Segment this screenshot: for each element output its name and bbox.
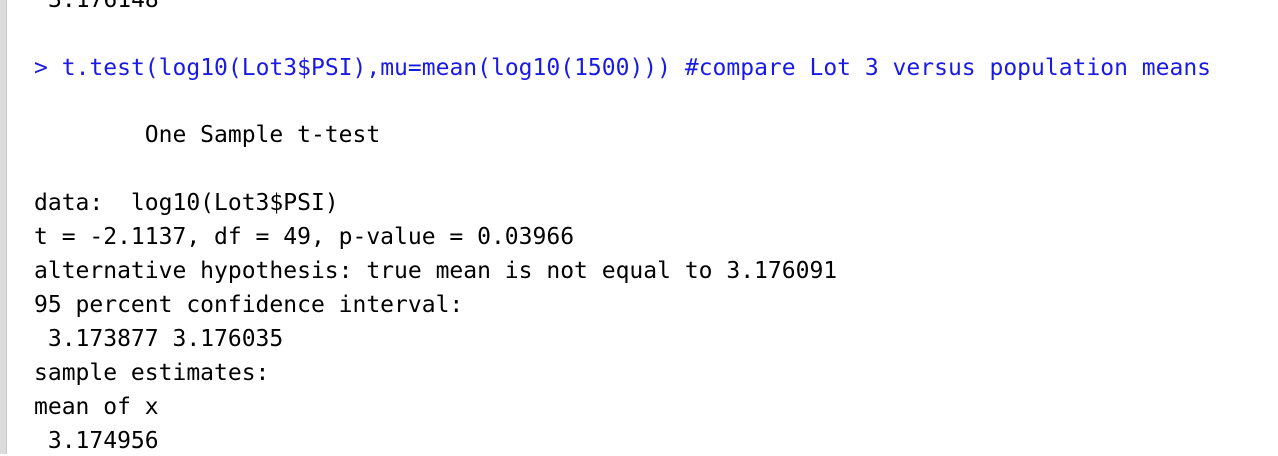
test-title: One Sample t-test: [34, 122, 381, 148]
output-ci-label: 95 percent confidence interval:: [34, 292, 464, 318]
output-estimate-name: mean of x: [34, 394, 159, 420]
output-estimate-value: 3.174956: [34, 428, 159, 454]
output-data-line: data: log10(Lot3$PSI): [34, 190, 339, 216]
command-text: t.test(log10(Lot3$PSI),mu=mean(log10(150…: [61, 55, 1212, 81]
output-alternative-line: alternative hypothesis: true mean is not…: [34, 258, 838, 284]
r-console[interactable]: 3.176148 > t.test(log10(Lot3$PSI),mu=mea…: [34, 0, 1278, 454]
command-line[interactable]: > t.test(log10(Lot3$PSI),mu=mean(log10(1…: [34, 53, 1211, 83]
console-prompt: >: [34, 55, 48, 81]
previous-output-line: 3.176148: [48, 0, 159, 13]
output-estimates-label: sample estimates:: [34, 360, 270, 386]
output-stats-line: t = -2.1137, df = 49, p-value = 0.03966: [34, 224, 575, 250]
output-ci-values: 3.173877 3.176035: [34, 326, 284, 352]
console-gutter: [0, 0, 7, 454]
